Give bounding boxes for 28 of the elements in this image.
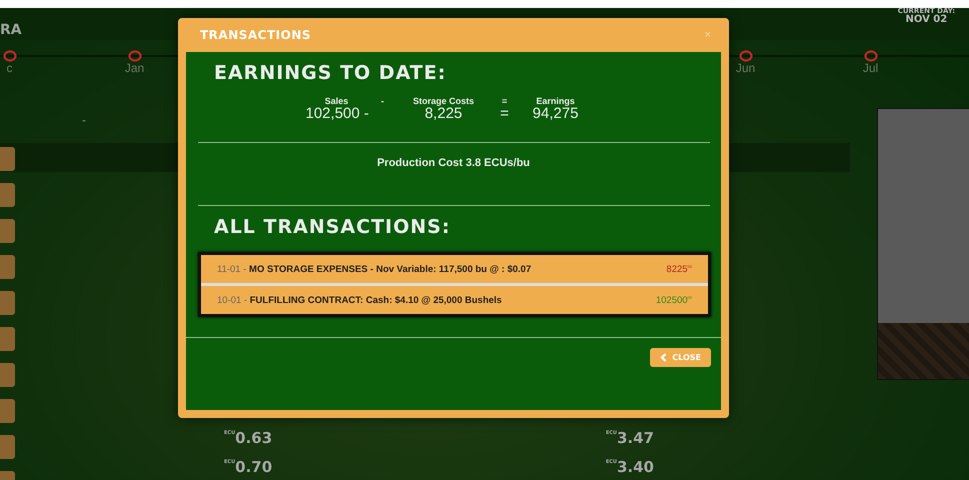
formula-value: 102,500 -	[306, 106, 370, 122]
formula-label: Earnings	[535, 96, 576, 106]
close-button[interactable]: CLOSE	[650, 348, 711, 368]
transaction-text: 10-01 - FULFILLING CONTRACT: Cash: $4.10 @ 25,000 Bushels	[217, 295, 502, 306]
month-label: Jun	[736, 62, 756, 74]
formula-value: 94,275	[532, 106, 580, 122]
app-title: RA	[0, 22, 22, 38]
close-button[interactable]: ×	[702, 29, 713, 41]
month-label: Jul	[862, 62, 878, 74]
month-label: Jan	[124, 62, 144, 74]
transaction-text: 11-01 - MO STORAGE EXPENSES - Nov Variable: 117,500 bu @ : $0.07	[217, 264, 532, 276]
dialog-title: TRANSACTIONS	[200, 28, 312, 42]
formula-label: -	[380, 96, 385, 106]
formula-label: Storage Costs	[412, 96, 475, 106]
price-text: $^{ECU}$0.70	[224, 457, 272, 476]
dash-text: -	[82, 113, 86, 127]
month-label: c	[6, 62, 12, 74]
formula-label: Sales	[324, 96, 350, 106]
formula-value: =	[499, 106, 510, 122]
price-text: $^{ECU}$0.63	[224, 428, 272, 447]
formula-label: =	[500, 96, 508, 106]
section-heading: ALL TRANSACTIONS:	[214, 216, 450, 238]
section-heading: EARNINGS TO DATE:	[214, 62, 446, 84]
price-text: $^{ECU}$3.47	[606, 428, 654, 447]
formula-value: 8,225	[424, 106, 464, 122]
production-cost: Production Cost 3.8 ECUs/bu	[376, 157, 531, 169]
price-text: $^{ECU}$3.40	[606, 457, 654, 476]
current-day: NOV 02	[905, 15, 948, 25]
